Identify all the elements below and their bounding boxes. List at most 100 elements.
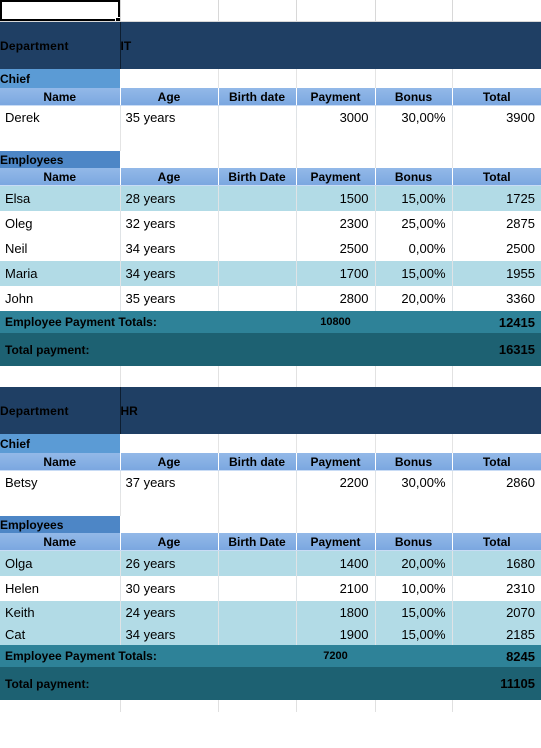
cell-employee-total[interactable]: 2875 xyxy=(452,211,541,236)
blank-cell[interactable] xyxy=(452,69,541,88)
cell-chief-bonus[interactable]: 30,00% xyxy=(375,470,453,493)
cell-chief-name[interactable]: Derek xyxy=(0,105,121,128)
chief-row-it[interactable]: Derek 35 years 3000 30,00% 3900 xyxy=(0,105,541,128)
cell-chief-total[interactable]: 3900 xyxy=(452,105,541,128)
active-cell[interactable] xyxy=(0,0,121,22)
cell-employee-total[interactable]: 1955 xyxy=(452,261,541,286)
blank-cell[interactable] xyxy=(452,151,541,168)
cell-employee-bonus[interactable]: 15,00% xyxy=(375,601,453,623)
cell-employee-total[interactable]: 2310 xyxy=(452,576,541,601)
blank-cell[interactable] xyxy=(218,700,297,712)
cell-employee-name[interactable]: Cat xyxy=(0,623,121,645)
blank-cell[interactable] xyxy=(375,0,453,22)
blank-cell[interactable] xyxy=(296,434,376,453)
blank-cell[interactable] xyxy=(0,366,121,387)
blank-cell[interactable] xyxy=(0,700,121,712)
cell-employee-total[interactable]: 1680 xyxy=(452,550,541,576)
cell-employee-name[interactable]: Helen xyxy=(0,576,121,601)
cell-chief-birthdate[interactable] xyxy=(218,105,297,128)
blank-cell[interactable] xyxy=(452,700,541,712)
blank-cell[interactable] xyxy=(296,69,376,88)
blank-cell[interactable] xyxy=(452,366,541,387)
cell-chief-payment[interactable]: 3000 xyxy=(296,105,376,128)
cell-employee-birthdate[interactable] xyxy=(218,236,297,261)
table-row[interactable]: Helen 30 years 2100 10,00% 2310 xyxy=(0,576,541,601)
cell-employee-birthdate[interactable] xyxy=(218,261,297,286)
table-row[interactable]: Elsa 28 years 1500 15,00% 1725 xyxy=(0,185,541,211)
blank-cell[interactable] xyxy=(218,128,297,151)
blank-cell[interactable] xyxy=(120,128,219,151)
blank-cell[interactable] xyxy=(296,493,376,516)
blank-cell[interactable] xyxy=(375,434,453,453)
blank-cell[interactable] xyxy=(218,151,297,168)
blank-cell[interactable] xyxy=(375,69,453,88)
blank-cell[interactable] xyxy=(120,493,219,516)
blank-cell[interactable] xyxy=(296,0,376,22)
cell-employee-payment[interactable]: 2800 xyxy=(296,286,376,311)
blank-cell[interactable] xyxy=(375,366,453,387)
cell-employee-bonus[interactable]: 20,00% xyxy=(375,550,453,576)
cell-employee-age[interactable]: 26 years xyxy=(120,550,219,576)
cell-chief-age[interactable]: 35 years xyxy=(120,105,219,128)
cell-employee-total[interactable]: 2185 xyxy=(452,623,541,645)
table-row[interactable]: Olga 26 years 1400 20,00% 1680 xyxy=(0,550,541,576)
cell-employee-birthdate[interactable] xyxy=(218,550,297,576)
blank-cell[interactable] xyxy=(296,128,376,151)
cell-employee-birthdate[interactable] xyxy=(218,576,297,601)
cell-employee-bonus[interactable]: 0,00% xyxy=(375,236,453,261)
cell-employee-payment[interactable]: 2500 xyxy=(296,236,376,261)
table-row[interactable]: Cat 34 years 1900 15,00% 2185 xyxy=(0,623,541,645)
cell-employee-payment[interactable]: 2300 xyxy=(296,211,376,236)
blank-cell[interactable] xyxy=(0,493,121,516)
cell-employee-age[interactable]: 30 years xyxy=(120,576,219,601)
cell-employee-birthdate[interactable] xyxy=(218,185,297,211)
blank-cell[interactable] xyxy=(375,151,453,168)
cell-employee-payment[interactable]: 1700 xyxy=(296,261,376,286)
blank-cell[interactable] xyxy=(218,69,297,88)
blank-cell[interactable] xyxy=(218,493,297,516)
blank-cell[interactable] xyxy=(452,434,541,453)
blank-cell[interactable] xyxy=(218,516,297,533)
cell-employee-name[interactable]: John xyxy=(0,286,121,311)
cell-employee-birthdate[interactable] xyxy=(218,286,297,311)
cell-chief-payment[interactable]: 2200 xyxy=(296,470,376,493)
cell-employee-birthdate[interactable] xyxy=(218,211,297,236)
blank-cell[interactable] xyxy=(452,128,541,151)
cell-employee-payment[interactable]: 1800 xyxy=(296,601,376,623)
blank-cell[interactable] xyxy=(120,0,219,22)
cell-employee-age[interactable]: 35 years xyxy=(120,286,219,311)
cell-employee-total[interactable]: 2500 xyxy=(452,236,541,261)
cell-chief-bonus[interactable]: 30,00% xyxy=(375,105,453,128)
table-row[interactable]: Maria 34 years 1700 15,00% 1955 xyxy=(0,261,541,286)
cell-employee-payment[interactable]: 1900 xyxy=(296,623,376,645)
cell-chief-birthdate[interactable] xyxy=(218,470,297,493)
blank-cell[interactable] xyxy=(120,69,219,88)
blank-cell[interactable] xyxy=(452,493,541,516)
blank-cell[interactable] xyxy=(375,516,453,533)
blank-cell[interactable] xyxy=(296,151,376,168)
fill-handle-icon[interactable] xyxy=(114,17,119,21)
cell-chief-age[interactable]: 37 years xyxy=(120,470,219,493)
cell-employee-age[interactable]: 34 years xyxy=(120,623,219,645)
chief-row-hr[interactable]: Betsy 37 years 2200 30,00% 2860 xyxy=(0,470,541,493)
cell-employee-bonus[interactable]: 15,00% xyxy=(375,185,453,211)
cell-employee-total[interactable]: 3360 xyxy=(452,286,541,311)
blank-cell[interactable] xyxy=(120,700,219,712)
cell-chief-name[interactable]: Betsy xyxy=(0,470,121,493)
cell-employee-birthdate[interactable] xyxy=(218,623,297,645)
cell-employee-payment[interactable]: 2100 xyxy=(296,576,376,601)
blank-cell[interactable] xyxy=(296,516,376,533)
blank-cell[interactable] xyxy=(218,0,297,22)
cell-employee-total[interactable]: 2070 xyxy=(452,601,541,623)
blank-cell[interactable] xyxy=(452,0,541,22)
blank-cell[interactable] xyxy=(120,366,219,387)
spreadsheet-sheet[interactable]: Department IT Chief Name Age Birth date … xyxy=(0,0,541,748)
blank-cell[interactable] xyxy=(218,366,297,387)
table-row[interactable]: John 35 years 2800 20,00% 3360 xyxy=(0,286,541,311)
cell-employee-name[interactable]: Olga xyxy=(0,550,121,576)
table-row[interactable]: Keith 24 years 1800 15,00% 2070 xyxy=(0,601,541,623)
table-row[interactable]: Oleg 32 years 2300 25,00% 2875 xyxy=(0,211,541,236)
blank-cell[interactable] xyxy=(375,700,453,712)
cell-employee-name[interactable]: Oleg xyxy=(0,211,121,236)
cell-employee-name[interactable]: Elsa xyxy=(0,185,121,211)
